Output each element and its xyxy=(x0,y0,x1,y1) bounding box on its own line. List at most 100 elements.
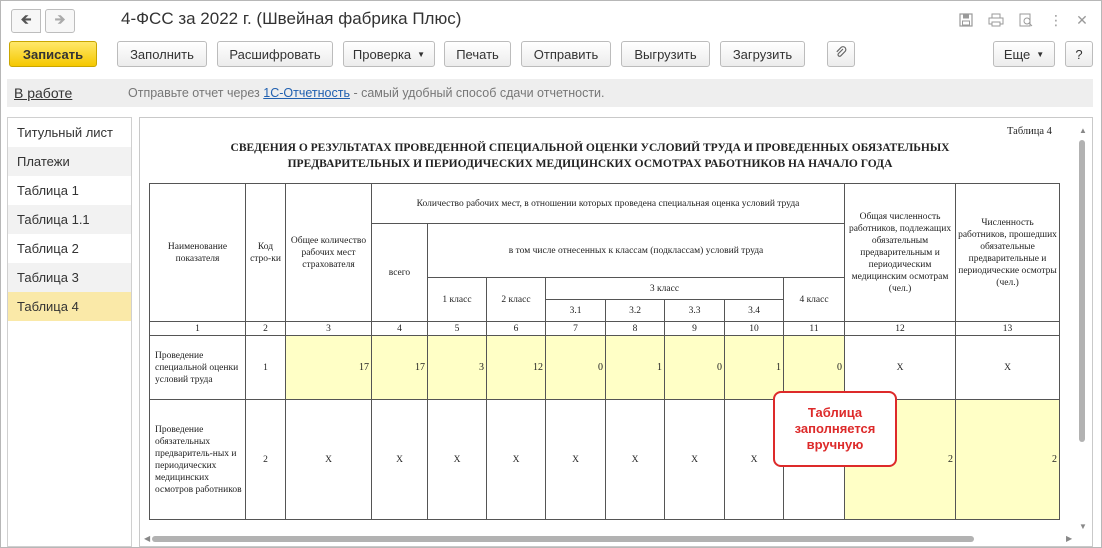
manual-fill-callout: Таблица заполняется вручную xyxy=(773,391,897,467)
window-title: 4-ФСС за 2022 г. (Швейная фабрика Плюс) xyxy=(121,9,462,28)
row-name: Проведение обязательных предваритель-ных… xyxy=(149,399,246,520)
report-window: 🡸 🡺 4-ФСС за 2022 г. (Швейная фабрика Пл… xyxy=(0,0,1102,548)
horizontal-scrollbar[interactable]: ◀ ▶ xyxy=(144,534,1076,544)
column-number: 13 xyxy=(955,321,1061,336)
cell-class-2: X xyxy=(486,399,546,520)
header-classes-group: в том числе отнесенных к классам (подкла… xyxy=(426,223,846,278)
printer-icon[interactable] xyxy=(987,11,1005,29)
cell-workers-subject: X xyxy=(844,335,957,400)
header-assessed-group: Количество рабочих мест, в отношении кот… xyxy=(370,183,846,224)
attachment-button[interactable] xyxy=(827,41,855,67)
header-class-3-3: 3.3 xyxy=(664,299,725,322)
cell-class-3-1[interactable]: 0 xyxy=(545,335,606,400)
column-number: 7 xyxy=(545,321,606,336)
cell-class-1[interactable]: 3 xyxy=(427,335,487,400)
column-number: 10 xyxy=(724,321,784,336)
more-vertical-icon[interactable]: ⋮ xyxy=(1047,11,1065,29)
preview-icon[interactable] xyxy=(1017,11,1035,29)
scroll-right-icon[interactable]: ▶ xyxy=(1066,534,1072,543)
status-bar: В работе Отправьте отчет через 1С-Отчетн… xyxy=(7,79,1093,107)
cell-all[interactable]: 17 xyxy=(371,335,428,400)
save-icon[interactable] xyxy=(957,11,975,29)
status-link[interactable]: В работе xyxy=(14,85,72,101)
column-number: 1 xyxy=(149,321,246,336)
save-button[interactable]: Записать xyxy=(9,41,97,67)
row-name: Проведение специальной оценки условий тр… xyxy=(149,335,246,400)
check-label: Проверка xyxy=(352,46,412,62)
scroll-up-icon[interactable]: ▲ xyxy=(1079,126,1087,135)
document-heading: СВЕДЕНИЯ О РЕЗУЛЬТАТАХ ПРОВЕДЕННОЙ СПЕЦИ… xyxy=(180,140,1000,172)
row-code: 1 xyxy=(245,335,286,400)
fill-button[interactable]: Заполнить xyxy=(117,41,207,67)
column-numbers-row: 1 2 3 4 5 6 7 8 9 10 11 12 13 xyxy=(149,321,1061,336)
sidebar-item-table-2[interactable]: Таблица 2 xyxy=(8,234,131,263)
column-number: 3 xyxy=(285,321,372,336)
header-workers-subject: Общая численность работников, подлежащих… xyxy=(844,183,957,322)
export-button[interactable]: Выгрузить xyxy=(621,41,710,67)
column-number: 9 xyxy=(664,321,725,336)
header-class-3: 3 класс xyxy=(545,277,784,300)
column-number: 6 xyxy=(486,321,546,336)
cell-workers-passed[interactable]: 2 xyxy=(955,399,1061,520)
header-class-3-4: 3.4 xyxy=(724,299,784,322)
cell-total-places[interactable]: 17 xyxy=(285,335,372,400)
cell-class-3-2[interactable]: 1 xyxy=(605,335,665,400)
sidebar-item-table-4[interactable]: Таблица 4 xyxy=(8,292,131,321)
cell-class-3-4[interactable]: 1 xyxy=(724,335,784,400)
header-workers-passed: Численность работников, прошедших обязат… xyxy=(955,183,1061,322)
table-row: Проведение специальной оценки условий тр… xyxy=(149,335,1061,400)
cell-class-3-2: X xyxy=(605,399,665,520)
header-class-4: 4 класс xyxy=(782,277,846,322)
horizontal-scroll-thumb[interactable] xyxy=(152,536,974,542)
import-button[interactable]: Загрузить xyxy=(720,41,805,67)
vertical-scrollbar[interactable]: ▲ ▼ xyxy=(1077,126,1087,531)
cell-class-1: X xyxy=(427,399,487,520)
cell-class-3-1: X xyxy=(545,399,606,520)
row-code: 2 xyxy=(245,399,286,520)
cell-total-places: X xyxy=(285,399,372,520)
column-number: 8 xyxy=(605,321,665,336)
sections-panel: Титульный лист Платежи Таблица 1 Таблица… xyxy=(7,117,132,547)
forward-button[interactable]: 🡺 xyxy=(45,9,75,33)
column-number: 4 xyxy=(371,321,428,336)
send-button[interactable]: Отправить xyxy=(521,41,611,67)
more-dropdown-button[interactable]: Еще ▼ xyxy=(993,41,1055,67)
print-button[interactable]: Печать xyxy=(444,41,511,67)
table-row: Проведение обязательных предваритель-ных… xyxy=(149,399,1061,520)
back-button[interactable]: 🡸 xyxy=(11,9,41,33)
sidebar-item-table-1-1[interactable]: Таблица 1.1 xyxy=(8,205,131,234)
chevron-down-icon: ▼ xyxy=(1036,49,1045,59)
sidebar-item-payments[interactable]: Платежи xyxy=(8,147,131,176)
paperclip-icon xyxy=(835,45,847,63)
vertical-scroll-thumb[interactable] xyxy=(1079,140,1085,442)
header-class-1: 1 класс xyxy=(427,277,487,322)
column-number: 11 xyxy=(782,321,846,336)
reporting-service-link[interactable]: 1С-Отчетность xyxy=(263,86,350,100)
chevron-down-icon: ▼ xyxy=(417,49,426,59)
report-table: Наименование показателя Код стро-ки Обще… xyxy=(149,183,1061,520)
cell-class-4[interactable]: 0 xyxy=(782,335,846,400)
help-button[interactable]: ? xyxy=(1065,41,1093,67)
close-icon[interactable]: ✕ xyxy=(1073,11,1091,29)
header-all: всего xyxy=(371,223,428,322)
cell-all: X xyxy=(371,399,428,520)
column-number: 12 xyxy=(844,321,957,336)
cell-class-3-3[interactable]: 0 xyxy=(664,335,725,400)
sidebar-item-table-1[interactable]: Таблица 1 xyxy=(8,176,131,205)
check-dropdown-button[interactable]: Проверка ▼ xyxy=(343,41,435,67)
scroll-down-icon[interactable]: ▼ xyxy=(1079,522,1087,531)
heading-line-1: СВЕДЕНИЯ О РЕЗУЛЬТАТАХ ПРОВЕДЕННОЙ СПЕЦИ… xyxy=(230,142,950,154)
header-name: Наименование показателя xyxy=(149,183,246,322)
toolbar: Записать Заполнить Расшифровать Проверка… xyxy=(1,41,1101,69)
table-label: Таблица 4 xyxy=(1007,126,1052,137)
document-area: Таблица 4 СВЕДЕНИЯ О РЕЗУЛЬТАТАХ ПРОВЕДЕ… xyxy=(139,117,1093,547)
sidebar-item-table-3[interactable]: Таблица 3 xyxy=(8,263,131,292)
sidebar-item-title-page[interactable]: Титульный лист xyxy=(8,118,131,147)
cell-class-2[interactable]: 12 xyxy=(486,335,546,400)
title-bar: 🡸 🡺 4-ФСС за 2022 г. (Швейная фабрика Пл… xyxy=(1,1,1101,39)
decode-button[interactable]: Расшифровать xyxy=(217,41,333,67)
scroll-left-icon[interactable]: ◀ xyxy=(144,534,150,543)
more-label: Еще xyxy=(1003,46,1031,62)
status-message-text: Отправьте отчет через xyxy=(128,86,264,100)
arrow-left-icon: 🡸 xyxy=(20,11,32,27)
